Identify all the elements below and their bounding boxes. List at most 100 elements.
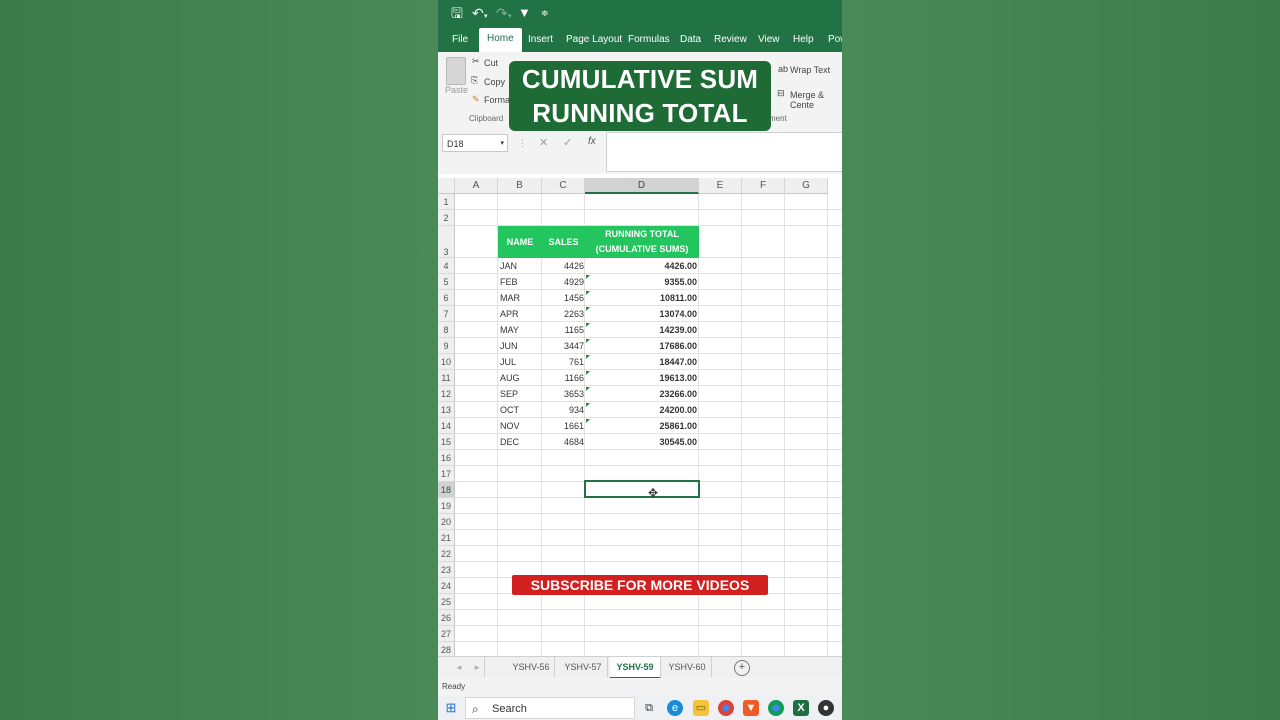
column-header-c[interactable]: C <box>542 178 585 194</box>
redo-icon[interactable]: ↷ <box>496 5 508 21</box>
row-header-11[interactable]: 11 <box>438 370 455 386</box>
cell-sales[interactable]: 934 <box>542 402 584 418</box>
error-indicator-icon[interactable] <box>586 323 590 327</box>
row-header-4[interactable]: 4 <box>438 258 455 274</box>
paste-icon[interactable] <box>446 57 466 85</box>
row-header-14[interactable]: 14 <box>438 418 455 434</box>
cell-running-total[interactable]: 18447.00 <box>585 354 697 370</box>
copy-button[interactable]: Copy <box>484 77 505 87</box>
cell-running-total[interactable]: 13074.00 <box>585 306 697 322</box>
row-header-5[interactable]: 5 <box>438 274 455 290</box>
add-sheet-button[interactable]: + <box>734 660 750 676</box>
undo-icon[interactable]: ↶ <box>472 5 484 21</box>
cell-sales[interactable]: 1456 <box>542 290 584 306</box>
cut-button[interactable]: Cut <box>484 58 498 68</box>
wrap-text-button[interactable]: Wrap Text <box>790 65 830 75</box>
cell-name[interactable]: AUG <box>500 370 542 386</box>
error-indicator-icon[interactable] <box>586 291 590 295</box>
obs-icon[interactable]: ● <box>818 700 834 716</box>
error-indicator-icon[interactable] <box>586 339 590 343</box>
sheet-tab-yshv-59[interactable]: YSHV-59 <box>610 657 661 679</box>
row-header-15[interactable]: 15 <box>438 434 455 450</box>
wrap-text-icon[interactable]: ab <box>778 64 788 74</box>
cell-name[interactable]: APR <box>500 306 542 322</box>
cell-running-total[interactable]: 19613.00 <box>585 370 697 386</box>
header-name[interactable]: NAME <box>498 226 542 258</box>
cell-sales[interactable]: 3653 <box>542 386 584 402</box>
cut-icon[interactable]: ✂ <box>472 56 480 67</box>
windows-icon[interactable]: ⊞ <box>443 700 459 716</box>
row-header-21[interactable]: 21 <box>438 530 455 546</box>
error-indicator-icon[interactable] <box>586 355 590 359</box>
tab-help[interactable]: Help <box>793 32 814 52</box>
cell-name[interactable]: SEP <box>500 386 542 402</box>
cell-name[interactable]: DEC <box>500 434 542 450</box>
row-header-22[interactable]: 22 <box>438 546 455 562</box>
tab-view[interactable]: View <box>758 32 780 52</box>
row-header-2[interactable]: 2 <box>438 210 455 226</box>
name-box[interactable]: D18 ▾ <box>442 134 508 152</box>
tab-home[interactable]: Home <box>479 28 522 52</box>
cell-name[interactable]: FEB <box>500 274 542 290</box>
row-header-23[interactable]: 23 <box>438 562 455 578</box>
tab-file[interactable]: File <box>452 32 468 52</box>
cancel-icon[interactable]: ✕ <box>539 136 548 149</box>
chevron-down-icon[interactable]: ▾ <box>500 135 504 153</box>
column-header-a[interactable]: A <box>455 178 498 194</box>
column-header-g[interactable]: G <box>785 178 828 194</box>
cell-running-total[interactable]: 25861.00 <box>585 418 697 434</box>
tab-insert[interactable]: Insert <box>528 32 553 52</box>
column-header-e[interactable]: E <box>699 178 742 194</box>
edge-icon[interactable]: e <box>667 700 683 716</box>
sheet-tab-yshv-60[interactable]: YSHV-60 <box>663 657 712 677</box>
tab-power[interactable]: Pow <box>828 32 842 52</box>
cell-running-total[interactable]: 24200.00 <box>585 402 697 418</box>
qat-more-icon[interactable]: ≑ <box>541 5 549 21</box>
row-header-16[interactable]: 16 <box>438 450 455 466</box>
cell-name[interactable]: MAR <box>500 290 542 306</box>
selected-cell[interactable] <box>584 480 700 498</box>
cell-running-total[interactable]: 9355.00 <box>585 274 697 290</box>
row-header-10[interactable]: 10 <box>438 354 455 370</box>
filter-icon[interactable]: ▼ <box>518 5 531 21</box>
row-header-12[interactable]: 12 <box>438 386 455 402</box>
row-header-25[interactable]: 25 <box>438 594 455 610</box>
merge-icon[interactable]: ⊟ <box>777 88 785 99</box>
cell-sales[interactable]: 761 <box>542 354 584 370</box>
prev-sheet-icon[interactable]: ◂ <box>452 657 466 677</box>
copy-icon[interactable]: ⎘ <box>471 75 478 86</box>
sheet-tab-yshv-57[interactable]: YSHV-57 <box>559 657 608 677</box>
row-header-24[interactable]: 24 <box>438 578 455 594</box>
select-all-corner[interactable] <box>438 178 455 194</box>
error-indicator-icon[interactable] <box>586 387 590 391</box>
cell-sales[interactable]: 4929 <box>542 274 584 290</box>
format-painter-icon[interactable]: ✎ <box>472 94 480 105</box>
taskbar-search[interactable]: ⌕ Search <box>465 697 635 719</box>
cell-sales[interactable]: 2263 <box>542 306 584 322</box>
cell-sales[interactable]: 3447 <box>542 338 584 354</box>
cell-sales[interactable]: 1166 <box>542 370 584 386</box>
error-indicator-icon[interactable] <box>586 307 590 311</box>
row-header-9[interactable]: 9 <box>438 338 455 354</box>
row-header-3[interactable]: 3 <box>438 226 455 258</box>
cell-running-total[interactable]: 14239.00 <box>585 322 697 338</box>
save-icon[interactable]: 🖫 <box>451 5 463 21</box>
row-header-6[interactable]: 6 <box>438 290 455 306</box>
next-sheet-icon[interactable]: ▸ <box>470 657 485 677</box>
chrome-profile-icon[interactable] <box>768 700 784 716</box>
row-header-20[interactable]: 20 <box>438 514 455 530</box>
cell-running-total[interactable]: 10811.00 <box>585 290 697 306</box>
row-header-17[interactable]: 17 <box>438 466 455 482</box>
cell-sales[interactable]: 4684 <box>542 434 584 450</box>
row-header-18[interactable]: 18 <box>438 482 455 498</box>
paste-button[interactable]: Paste <box>445 85 468 95</box>
row-header-7[interactable]: 7 <box>438 306 455 322</box>
brave-icon[interactable]: ▼ <box>743 700 759 716</box>
merge-center-button[interactable]: Merge & Cente <box>790 90 842 110</box>
cell-sales[interactable]: 4426 <box>542 258 584 274</box>
undo-dropdown-icon[interactable]: ▾ <box>484 9 488 25</box>
cell-running-total[interactable]: 17686.00 <box>585 338 697 354</box>
header-running-total[interactable]: RUNNING TOTAL (CUMULATIVE SUMS) <box>585 226 699 258</box>
cell-name[interactable]: JUL <box>500 354 542 370</box>
error-indicator-icon[interactable] <box>586 403 590 407</box>
